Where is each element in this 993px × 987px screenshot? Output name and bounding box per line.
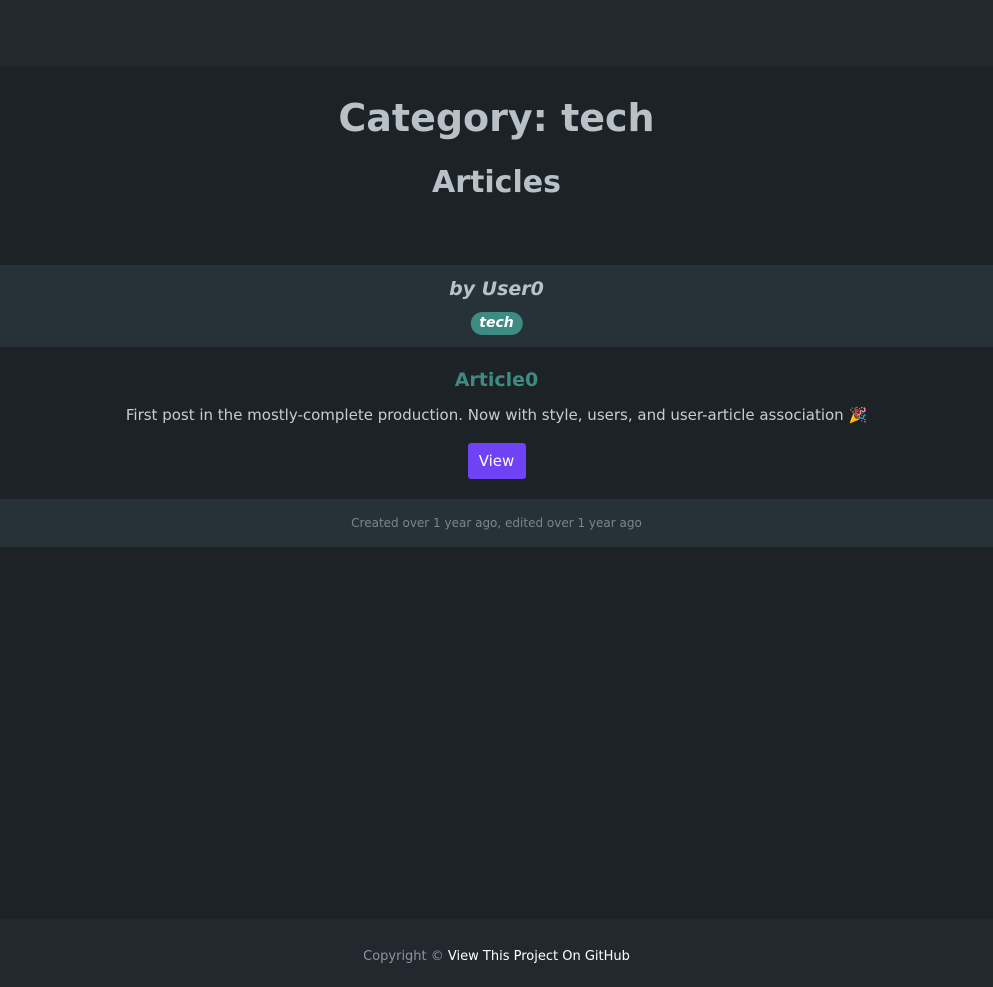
github-project-link[interactable]: View This Project On GitHub	[448, 949, 630, 964]
page-header: Category: tech Articles	[0, 67, 993, 265]
page-title: Category: tech	[338, 96, 655, 140]
category-tag-badge[interactable]: tech	[470, 312, 523, 335]
article-author: by User0	[449, 278, 544, 300]
content-spacer	[0, 547, 993, 919]
article-card-body: Article0 First post in the mostly-comple…	[0, 347, 993, 499]
top-navbar	[0, 0, 993, 67]
page-footer: Copyright © View This Project On GitHub	[0, 919, 993, 987]
copyright-text: Copyright ©	[363, 949, 448, 964]
article-card: by User0 tech Article0 First post in the…	[0, 265, 993, 547]
article-card-footer: Created over 1 year ago, edited over 1 y…	[0, 499, 993, 547]
article-title: Article0	[454, 369, 539, 391]
article-card-header: by User0 tech	[0, 265, 993, 347]
article-description: First post in the mostly-complete produc…	[125, 406, 868, 424]
section-title: Articles	[432, 165, 561, 200]
view-article-button[interactable]: View	[467, 443, 526, 479]
